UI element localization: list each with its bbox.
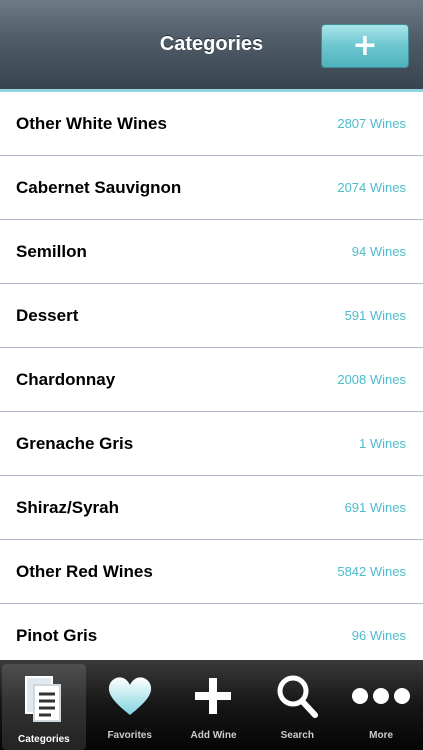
- add-category-button[interactable]: +: [321, 24, 409, 68]
- tab-label: Favorites: [107, 730, 152, 741]
- list-item[interactable]: Other Red Wines 5842 Wines: [0, 540, 423, 604]
- plus-icon: +: [352, 28, 378, 63]
- list-item[interactable]: Grenache Gris 1 Wines: [0, 412, 423, 476]
- category-name: Other Red Wines: [16, 561, 153, 581]
- list-item[interactable]: Semillon 94 Wines: [0, 220, 423, 284]
- tab-label: More: [369, 730, 394, 741]
- list-item[interactable]: Dessert 591 Wines: [0, 284, 423, 348]
- search-icon: [277, 675, 319, 718]
- wine-count: 1 Wines: [359, 436, 406, 451]
- category-name: Chardonnay: [16, 369, 116, 389]
- list-item[interactable]: Other White Wines 2807 Wines: [0, 92, 423, 156]
- wine-count: 96 Wines: [351, 628, 406, 643]
- wine-count: 5842 Wines: [337, 564, 406, 579]
- category-name: Shiraz/Syrah: [16, 497, 119, 517]
- wine-count: 94 Wines: [351, 244, 406, 259]
- list-item[interactable]: Cabernet Sauvignon 2074 Wines: [0, 156, 423, 220]
- navigation-bar: Categories +: [0, 0, 423, 92]
- wine-count: 2807 Wines: [337, 116, 406, 131]
- heart-icon: [108, 677, 151, 715]
- tab-label: Search: [280, 730, 314, 741]
- category-name: Other White Wines: [16, 113, 167, 133]
- tab-bar: Categories Favorites Add Wine Search Mor…: [0, 660, 423, 750]
- plus-icon: [195, 678, 232, 714]
- tab-label: Add Wine: [190, 730, 237, 741]
- category-name: Cabernet Sauvignon: [16, 177, 182, 197]
- category-name: Grenache Gris: [16, 433, 134, 453]
- tab-search[interactable]: Search: [255, 660, 339, 750]
- list-item[interactable]: Shiraz/Syrah 691 Wines: [0, 476, 423, 540]
- documents-icon: [24, 676, 61, 722]
- list-item[interactable]: Chardonnay 2008 Wines: [0, 348, 423, 412]
- tab-add-wine[interactable]: Add Wine: [172, 660, 256, 750]
- wine-count: 591 Wines: [344, 308, 406, 323]
- category-name: Dessert: [16, 305, 79, 325]
- tab-categories[interactable]: Categories: [2, 664, 86, 750]
- wine-count: 2008 Wines: [337, 372, 406, 387]
- tab-favorites[interactable]: Favorites: [88, 660, 172, 750]
- category-list[interactable]: Other White Wines 2807 Wines Cabernet Sa…: [0, 92, 423, 660]
- category-name: Pinot Gris: [16, 625, 98, 645]
- wine-count: 2074 Wines: [337, 180, 406, 195]
- list-item[interactable]: Pinot Gris 96 Wines: [0, 604, 423, 660]
- tab-label: Categories: [18, 734, 70, 745]
- tab-more[interactable]: More: [339, 660, 423, 750]
- more-icon: [352, 688, 411, 704]
- wine-count: 691 Wines: [344, 500, 406, 515]
- category-name: Semillon: [16, 241, 87, 261]
